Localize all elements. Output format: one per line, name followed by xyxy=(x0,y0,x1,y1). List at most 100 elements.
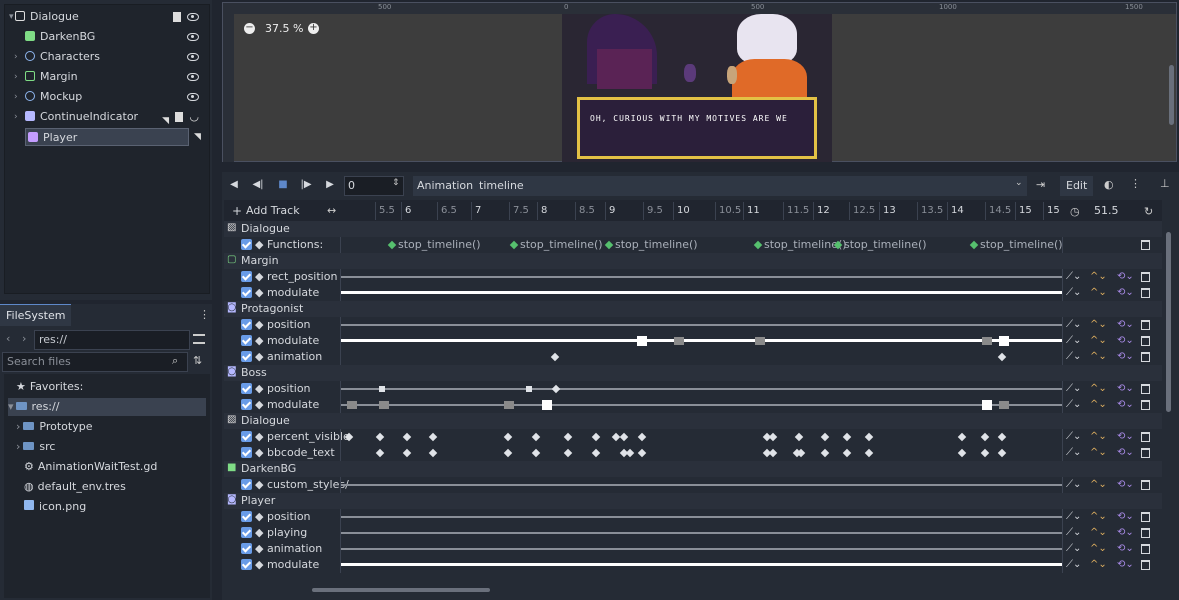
onion-skin-icon[interactable]: ◐ xyxy=(1104,178,1114,191)
tab-filesystem[interactable]: FileSystem xyxy=(0,304,72,326)
interpolation-icon[interactable]: ^⌄ xyxy=(1090,287,1107,298)
hidden-eye-icon[interactable]: ◡ xyxy=(189,108,199,126)
tracks-hscrollbar[interactable] xyxy=(312,588,490,592)
track-enabled-checkbox[interactable] xyxy=(241,319,252,330)
visibility-eye-icon[interactable] xyxy=(187,93,199,101)
keyframe-selected[interactable] xyxy=(542,400,552,410)
loop-wrap-icon[interactable]: ⟲⌄ xyxy=(1117,479,1134,490)
expand-arrow-icon[interactable]: › xyxy=(14,68,18,86)
pin-icon[interactable]: ⊥ xyxy=(1160,177,1170,190)
keyframe[interactable] xyxy=(619,432,629,442)
autoplay-icon[interactable]: ⇥ xyxy=(1036,178,1045,191)
keyframe[interactable] xyxy=(637,448,647,458)
keyframe[interactable] xyxy=(768,432,778,442)
keyframe[interactable] xyxy=(531,448,541,458)
method-keyframe[interactable] xyxy=(969,240,979,250)
interpolation-icon[interactable]: ^⌄ xyxy=(1090,543,1107,554)
visibility-eye-icon[interactable] xyxy=(187,53,199,61)
keyframe[interactable] xyxy=(428,432,438,442)
script-icon[interactable] xyxy=(175,112,183,122)
track-enabled-checkbox[interactable] xyxy=(241,431,252,442)
track-row[interactable]: ◆ modulate ⟋⌄ ^⌄ ⟲⌄ xyxy=(224,285,1162,301)
track-list[interactable]: ▨ Dialogue ◆ Functions: stop_timeline() stop… xyxy=(224,221,1164,585)
add-icon[interactable]: + xyxy=(232,204,242,218)
interpolation-icon[interactable]: ^⌄ xyxy=(1090,271,1107,282)
track-group-row[interactable]: ◙ Boss xyxy=(224,365,1162,381)
interpolation-icon[interactable]: ^⌄ xyxy=(1090,351,1107,362)
scene-node-continueindicator[interactable]: › ContinueIndicator ◥ ◡ xyxy=(14,108,205,126)
interpolation-icon[interactable]: ^⌄ xyxy=(1090,383,1107,394)
track-row[interactable]: ◆ position ⟋⌄ ^⌄ ⟲⌄ xyxy=(224,381,1162,397)
track-group-row[interactable]: ◙ Protagonist xyxy=(224,301,1162,317)
loop-wrap-icon[interactable]: ⟲⌄ xyxy=(1117,287,1134,298)
filesystem-tree[interactable]: ★ Favorites: ▾ res:// › Prototype › src ⚙ Ani… xyxy=(4,374,210,598)
update-mode-icon[interactable]: ⟋⌄ xyxy=(1066,287,1081,298)
track-enabled-checkbox[interactable] xyxy=(241,447,252,458)
chevron-down-icon[interactable]: ⌄ xyxy=(1015,178,1023,188)
method-keyframe[interactable] xyxy=(387,240,397,250)
track-row[interactable]: ◆ animation ⟋⌄ ^⌄ ⟲⌄ xyxy=(224,349,1162,365)
track-row[interactable]: ◆ modulate ⟋⌄ ^⌄ ⟲⌄ xyxy=(224,397,1162,413)
loop-wrap-icon[interactable]: ⟲⌄ xyxy=(1117,559,1134,570)
track-keyframe-lane[interactable] xyxy=(341,269,1062,285)
expand-arrow-icon[interactable]: › xyxy=(14,48,18,66)
play-from-start-icon[interactable]: |▶ xyxy=(298,178,314,192)
track-group-row[interactable]: ▨ Dialogue xyxy=(224,413,1162,429)
track-enabled-checkbox[interactable] xyxy=(241,479,252,490)
tracks-vscrollbar[interactable] xyxy=(1166,232,1171,412)
track-group-row[interactable]: ▢ Margin xyxy=(224,253,1162,269)
keyframe[interactable] xyxy=(402,448,412,458)
keyframe[interactable] xyxy=(957,448,967,458)
loop-wrap-icon[interactable]: ⟲⌄ xyxy=(1117,447,1134,458)
keyframe[interactable] xyxy=(563,448,573,458)
update-mode-icon[interactable]: ⟋⌄ xyxy=(1066,319,1081,330)
track-group-row[interactable]: ▨ Dialogue xyxy=(224,221,1162,237)
track-enabled-checkbox[interactable] xyxy=(241,239,252,250)
expand-arrow-icon[interactable]: › xyxy=(16,420,20,433)
visibility-eye-icon[interactable] xyxy=(187,13,199,21)
interpolation-icon[interactable]: ^⌄ xyxy=(1090,479,1107,490)
path-field[interactable]: res:// xyxy=(34,330,190,350)
track-keyframe-lane[interactable] xyxy=(341,429,1062,445)
loop-wrap-icon[interactable]: ⟲⌄ xyxy=(1117,271,1134,282)
track-row[interactable]: ◆ position ⟋⌄ ^⌄ ⟲⌄ xyxy=(224,317,1162,333)
track-keyframe-lane[interactable] xyxy=(341,525,1062,541)
track-row[interactable]: ◆ modulate ⟋⌄ ^⌄ ⟲⌄ xyxy=(224,333,1162,349)
script-icon[interactable] xyxy=(173,12,181,22)
fs-folder-src[interactable]: › src xyxy=(16,438,55,456)
keyframe[interactable] xyxy=(591,432,601,442)
signal-icon[interactable]: ◥ xyxy=(194,132,201,142)
zoom-level[interactable]: 37.5 % xyxy=(265,22,303,35)
keyframe[interactable] xyxy=(531,432,541,442)
fs-file-png[interactable]: icon.png xyxy=(24,498,86,516)
search-files-input[interactable]: Search files xyxy=(2,352,188,372)
expand-arrow-icon[interactable]: › xyxy=(14,108,18,126)
keyframe[interactable] xyxy=(755,337,765,345)
splitter[interactable] xyxy=(212,0,222,600)
track-enabled-checkbox[interactable] xyxy=(241,383,252,394)
keyframe[interactable] xyxy=(625,448,635,458)
more-options-icon[interactable]: ⋮ xyxy=(1130,177,1141,190)
update-mode-icon[interactable]: ⟋⌄ xyxy=(1066,399,1081,410)
loop-wrap-icon[interactable]: ⟲⌄ xyxy=(1117,351,1134,362)
keyframe[interactable] xyxy=(842,448,852,458)
fs-file-tres[interactable]: ◍ default_env.tres xyxy=(24,478,126,496)
expand-arrow-icon[interactable]: › xyxy=(16,440,20,453)
keyframe[interactable] xyxy=(674,337,684,345)
keyframe[interactable] xyxy=(980,432,990,442)
keyframe[interactable] xyxy=(526,386,532,392)
loop-wrap-icon[interactable]: ⟲⌄ xyxy=(1117,543,1134,554)
method-keyframe[interactable] xyxy=(604,240,614,250)
stop-icon[interactable]: ■ xyxy=(275,178,291,192)
viewport-scrollbar[interactable] xyxy=(1169,65,1174,125)
delete-track-icon[interactable] xyxy=(1141,432,1150,442)
scene-node-mockup[interactable]: › Mockup xyxy=(14,88,205,106)
loop-wrap-icon[interactable]: ⟲⌄ xyxy=(1117,431,1134,442)
keyframe[interactable] xyxy=(591,448,601,458)
track-enabled-checkbox[interactable] xyxy=(241,399,252,410)
keyframe[interactable] xyxy=(864,432,874,442)
keyframe[interactable] xyxy=(982,337,992,345)
expand-arrow-icon[interactable]: › xyxy=(14,88,18,106)
interpolation-icon[interactable]: ^⌄ xyxy=(1090,527,1107,538)
zoom-in-icon[interactable]: + xyxy=(308,23,319,34)
